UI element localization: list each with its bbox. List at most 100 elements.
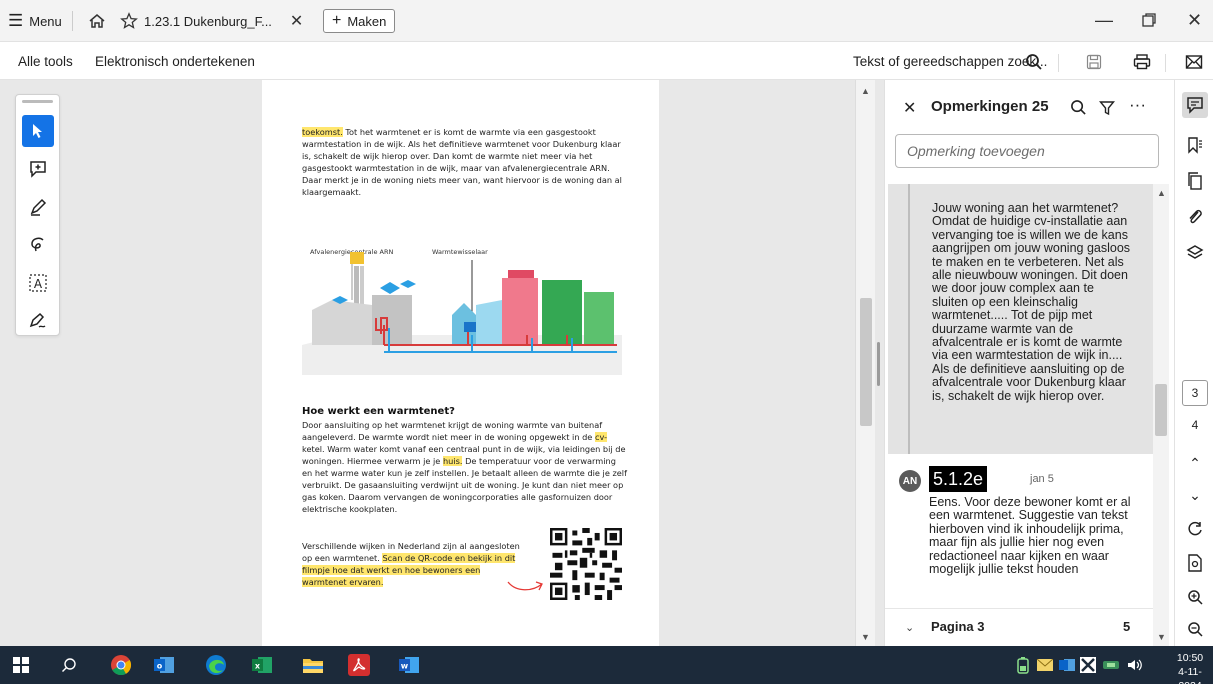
text-box-icon: A: [29, 274, 47, 292]
clock-time: 10:50: [1176, 652, 1204, 664]
outlook-icon[interactable]: o: [153, 654, 175, 676]
comments-list: Jouw woning aan het warmtenet? Omdat de …: [885, 184, 1175, 646]
avatar: AN: [899, 470, 921, 492]
comments-panel: ✕ Opmerkingen 25 ··· Opmerking toevoegen…: [884, 80, 1174, 646]
edge-icon[interactable]: [205, 654, 227, 676]
close-panel-icon[interactable]: ✕: [903, 98, 916, 118]
quick-tools-panel: A: [15, 94, 60, 336]
scroll-thumb[interactable]: [1155, 384, 1167, 436]
close-tab-icon[interactable]: ✕: [290, 11, 303, 31]
comment-card[interactable]: Jouw woning aan het warmtenet? Omdat de …: [888, 184, 1153, 454]
restore-icon[interactable]: [1142, 11, 1156, 32]
scroll-down-icon[interactable]: ▼: [861, 632, 870, 642]
system-clock[interactable]: 10:50 4-11-2024: [1168, 651, 1212, 693]
previous-page-icon[interactable]: ⌃: [1182, 450, 1208, 476]
outlook-tray-icon[interactable]: [1056, 654, 1078, 676]
chrome-icon[interactable]: [110, 654, 132, 676]
comments-panel-icon[interactable]: [1182, 92, 1208, 118]
highlight-tool[interactable]: [22, 191, 54, 223]
scroll-up-icon[interactable]: ▲: [861, 86, 870, 96]
acrobat-icon[interactable]: [348, 654, 370, 676]
scroll-thumb[interactable]: [860, 298, 872, 426]
highlight[interactable]: toekomst.: [302, 127, 343, 137]
save-icon[interactable]: [1083, 51, 1105, 73]
menu-label: Menu: [29, 13, 62, 29]
zoom-out-icon[interactable]: [1182, 616, 1208, 642]
clock-date: 4-11-2024: [1178, 666, 1202, 692]
layers-icon[interactable]: [1182, 240, 1208, 266]
text-tool[interactable]: A: [22, 267, 54, 299]
minimize-icon[interactable]: —: [1095, 10, 1113, 31]
scroll-down-icon[interactable]: ▼: [1157, 632, 1166, 642]
menu-button[interactable]: ☰ Menu: [8, 9, 73, 33]
comments-scrollbar[interactable]: ▲ ▼: [1153, 184, 1169, 646]
add-comment-input[interactable]: Opmerking toevoegen: [895, 134, 1159, 168]
page-action-icon[interactable]: [1182, 550, 1208, 576]
svg-text:x: x: [255, 662, 261, 671]
network-icon[interactable]: [1100, 654, 1122, 676]
more-options-icon[interactable]: ···: [1129, 95, 1146, 115]
freehand-icon: [31, 237, 44, 252]
document-scrollbar[interactable]: ▲ ▼: [855, 80, 875, 646]
star-icon[interactable]: [120, 12, 138, 30]
svg-text:w: w: [401, 662, 409, 671]
tool-search-input[interactable]: Tekst of gereedschappen zoek...: [853, 54, 1047, 69]
comment-tool[interactable]: [22, 153, 54, 185]
scroll-up-icon[interactable]: ▲: [1157, 188, 1166, 198]
word-icon[interactable]: w: [398, 654, 420, 676]
search-icon[interactable]: [1023, 51, 1045, 73]
volume-icon[interactable]: [1124, 654, 1146, 676]
excel-icon[interactable]: x: [251, 654, 273, 676]
home-button[interactable]: [88, 9, 106, 33]
comments-title: Opmerkingen 25: [931, 98, 1049, 115]
chevron-down-icon[interactable]: ⌄: [905, 621, 914, 634]
print-icon[interactable]: [1131, 51, 1153, 73]
page-section-header[interactable]: ⌄ Pagina 3 5: [885, 608, 1153, 646]
pen-icon: [30, 198, 47, 216]
file-explorer-icon[interactable]: [302, 654, 324, 676]
paragraph-qr: Verschillende wijken in Nederland zijn a…: [302, 541, 520, 587]
highlight[interactable]: huis.: [442, 456, 463, 466]
windows-taskbar: o x w 10:50 4-11-2024: [0, 646, 1213, 692]
search-comments-icon[interactable]: [1070, 99, 1087, 116]
bookmark-icon[interactable]: [1182, 132, 1208, 158]
zoom-in-icon[interactable]: [1182, 584, 1208, 610]
sign-tool[interactable]: [22, 305, 54, 337]
comments-header: ✕ Opmerkingen 25 ···: [885, 80, 1175, 132]
tab-document[interactable]: 1.23.1 Dukenburg_F... ✕: [120, 6, 303, 36]
arrow-icon: [507, 581, 543, 591]
next-page-icon[interactable]: ⌄: [1182, 482, 1208, 508]
all-tools-link[interactable]: Alle tools: [18, 54, 73, 69]
mail-icon[interactable]: [1183, 51, 1205, 73]
reply-date: jan 5: [1030, 473, 1054, 485]
title-bar: ☰ Menu 1.23.1 Dukenburg_F... ✕ + Maken —…: [0, 0, 1213, 42]
paragraph-how: Door aansluiting op het warmtenet krijgt…: [302, 420, 627, 514]
maken-label: Maken: [347, 13, 387, 29]
app-toolbar: Alle tools Elektronisch ondertekenen Tek…: [0, 42, 1213, 80]
maken-button[interactable]: + Maken: [323, 9, 396, 33]
home-icon: [89, 14, 105, 28]
close-window-icon[interactable]: ✕: [1187, 10, 1202, 31]
mail-tray-icon[interactable]: [1034, 654, 1056, 676]
highlight[interactable]: cv-: [594, 432, 608, 442]
app-tray-icon[interactable]: [1077, 654, 1099, 676]
section-heading: Hoe werkt een warmtenet?: [302, 406, 455, 417]
attachment-icon[interactable]: [1182, 204, 1208, 230]
select-tool[interactable]: [22, 115, 54, 147]
svg-text:A: A: [34, 277, 43, 291]
filter-icon[interactable]: [1099, 100, 1115, 116]
sign-link[interactable]: Elektronisch ondertekenen: [95, 54, 255, 69]
pages-icon[interactable]: [1182, 168, 1208, 194]
search-icon[interactable]: [58, 654, 80, 676]
draw-tool[interactable]: [22, 229, 54, 261]
rotate-icon[interactable]: [1182, 516, 1208, 542]
reply-author: 5.1.2e: [929, 466, 988, 492]
total-pages: 4: [1191, 418, 1199, 432]
battery-icon[interactable]: [1012, 654, 1034, 676]
windows-start-icon[interactable]: [10, 654, 32, 676]
panel-resize-handle[interactable]: [877, 342, 880, 386]
paragraph-intro: toekomst. Tot het warmtenet er is komt d…: [302, 127, 622, 197]
current-page-input[interactable]: 3: [1182, 380, 1208, 406]
section-count: 5: [1123, 619, 1131, 634]
tab-title: 1.23.1 Dukenburg_F...: [144, 13, 272, 29]
